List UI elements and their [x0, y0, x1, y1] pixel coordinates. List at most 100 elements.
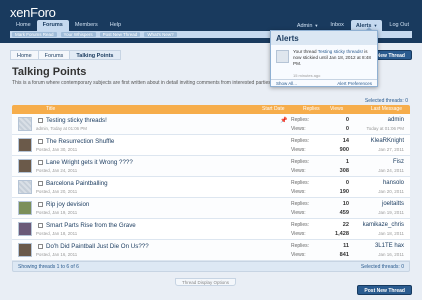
alert-preferences-link[interactable]: Alert Preferences — [337, 80, 372, 87]
selected-threads-top[interactable]: Selected threads: 0 — [365, 98, 408, 104]
views-count: 0 — [345, 126, 349, 132]
views-count: 900 — [339, 147, 349, 153]
replies-label: Replies: — [291, 243, 310, 249]
alerts-popup: Alerts Your thread Testing sticky thread… — [270, 30, 378, 87]
avatar[interactable] — [18, 138, 32, 152]
last-post-date[interactable]: Today at 01:06 PM — [366, 126, 404, 131]
breadcrumb: Home Forums Talking Points — [10, 50, 121, 60]
breadcrumb-current[interactable]: Talking Points — [69, 50, 121, 60]
breadcrumb-home[interactable]: Home — [10, 50, 39, 60]
last-poster-link[interactable]: kamikaze_chris — [363, 222, 404, 228]
logo-text-rest: Foro — [30, 5, 56, 20]
replies-count: 22 — [342, 222, 349, 228]
nav-tab-help[interactable]: Help — [104, 20, 127, 31]
table-row: The Resurrection Shuffle Posted, Jan 30, … — [12, 135, 410, 156]
replies-count: 10 — [342, 201, 349, 207]
last-poster-link[interactable]: joeltaitts — [378, 201, 404, 207]
header-start-date[interactable]: Start Date — [262, 105, 285, 114]
nav-tab-forums[interactable]: Forums — [36, 20, 69, 31]
replies-label: Replies: — [291, 180, 310, 186]
breadcrumb-forums[interactable]: Forums — [37, 50, 71, 60]
sub-link-mark-read[interactable]: Mark Forums Read — [12, 32, 57, 37]
views-count: 459 — [339, 210, 349, 216]
thread-select-checkbox[interactable] — [38, 160, 43, 165]
thread-select-checkbox[interactable] — [38, 202, 43, 207]
page-description: This is a forum where contemporary subje… — [12, 80, 275, 86]
table-row: Lane Wright gets it Wrong ???? Posted, Ja… — [12, 156, 410, 177]
alert-text: Your thread Testing sticky threads! is n… — [293, 49, 373, 67]
last-post-date[interactable]: Jan 24, 2011 — [378, 168, 404, 173]
pin-icon: 📌 — [280, 118, 288, 124]
thread-title-link[interactable]: Testing sticky threads! — [46, 117, 107, 124]
last-poster-link[interactable]: Fisz — [378, 159, 404, 165]
selected-threads-bottom[interactable]: Selected threads: 0 — [361, 262, 404, 272]
replies-label: Replies: — [291, 159, 310, 165]
thread-select-checkbox[interactable] — [38, 244, 43, 249]
logout-label: Log Out — [389, 22, 409, 28]
alert-thread-link[interactable]: Testing sticky threads! — [318, 49, 363, 54]
thread-title-link[interactable]: Do'h Did Paintball Just Die On Us??? — [46, 243, 149, 250]
thread-table-header: Title Start Date Replies Views Last Mess… — [12, 105, 410, 114]
last-message: KleaRKnight Jan 27, 2011 — [371, 138, 404, 152]
logout-link[interactable]: Log Out — [384, 20, 414, 31]
avatar[interactable] — [18, 243, 32, 257]
replies-count: 0 — [345, 117, 349, 123]
last-poster-link[interactable]: KleaRKnight — [371, 138, 404, 144]
last-post-date[interactable]: Jan 27, 2011 — [371, 147, 404, 152]
last-post-date[interactable]: Jan 16, 2011 — [375, 252, 404, 257]
thread-select-checkbox[interactable] — [38, 139, 43, 144]
show-all-link[interactable]: Show All... — [276, 80, 297, 87]
thread-table-footer: Showing threads 1 to 6 of 6 Selected thr… — [12, 261, 410, 272]
last-post-date[interactable]: Jan 20, 2011 — [378, 189, 404, 194]
nav-tab-members[interactable]: Members — [69, 20, 104, 31]
avatar[interactable] — [18, 201, 32, 215]
showing-threads: Showing threads 1 to 6 of 6 — [18, 264, 79, 270]
header-views[interactable]: Views — [330, 105, 343, 114]
thread-list: Testing sticky threads! admin, Today at 0… — [12, 114, 410, 261]
thread-meta: Posted, Jan 30, 2011 — [36, 147, 78, 152]
last-post-date[interactable]: Jan 18, 2011 — [363, 231, 404, 236]
thread-meta: Posted, Jan 19, 2011 — [36, 210, 78, 215]
table-row: Do'h Did Paintball Just Die On Us??? Post… — [12, 240, 410, 261]
site-logo[interactable]: xenForo — [10, 5, 56, 20]
thread-title-link[interactable]: Lane Wright gets it Wrong ???? — [46, 159, 133, 166]
thread-display-options[interactable]: Thread Display Options — [175, 278, 237, 286]
avatar[interactable] — [18, 117, 32, 131]
replies-label: Replies: — [291, 117, 310, 123]
header-title[interactable]: Title — [46, 105, 55, 114]
views-count: 841 — [339, 252, 349, 258]
alert-time: 15 minutes ago — [293, 73, 321, 78]
header-replies[interactable]: Replies — [303, 105, 320, 114]
views-count: 190 — [339, 189, 349, 195]
thread-select-checkbox[interactable] — [38, 223, 43, 228]
thread-title-link[interactable]: Barcelona Paintballing — [46, 180, 108, 187]
last-poster-link[interactable]: hansolo — [378, 180, 404, 186]
page-title: Talking Points — [12, 66, 87, 78]
sub-link-whispers[interactable]: Your Whispers — [60, 32, 96, 37]
thread-select-checkbox[interactable] — [38, 181, 43, 186]
last-post-date[interactable]: Jan 19, 2011 — [378, 210, 404, 215]
avatar[interactable] — [18, 222, 32, 236]
alert-text-before: Your thread — [293, 49, 318, 54]
table-row: Smart Parts Rise from the Grave Posted, J… — [12, 219, 410, 240]
views-label: Views: — [291, 189, 306, 195]
avatar[interactable] — [276, 50, 289, 63]
thread-title-link[interactable]: The Resurrection Shuffle — [46, 138, 114, 145]
header-last-message[interactable]: Last Message — [371, 105, 402, 114]
inbox-label: Inbox — [330, 22, 344, 28]
thread-title-link[interactable]: Rip joy devision — [46, 201, 89, 208]
last-poster-link[interactable]: 3L1TE hax — [375, 243, 404, 249]
sub-link-post-thread[interactable]: Post New Thread — [99, 32, 141, 37]
views-label: Views: — [291, 210, 306, 216]
thread-title-link[interactable]: Smart Parts Rise from the Grave — [46, 222, 136, 229]
views-label: Views: — [291, 147, 306, 153]
post-new-thread-button-bottom[interactable]: Post New Thread — [357, 285, 412, 295]
avatar[interactable] — [18, 180, 32, 194]
last-poster-link[interactable]: admin — [366, 117, 404, 123]
thread-meta: Posted, Jan 18, 2011 — [36, 231, 78, 236]
avatar[interactable] — [18, 159, 32, 173]
nav-tab-home[interactable]: Home — [10, 20, 37, 31]
sub-link-whats-new[interactable]: What's New? — [144, 32, 177, 37]
thread-select-checkbox[interactable] — [38, 118, 43, 123]
alerts-popup-footer: Show All... Alert Preferences — [271, 79, 377, 87]
